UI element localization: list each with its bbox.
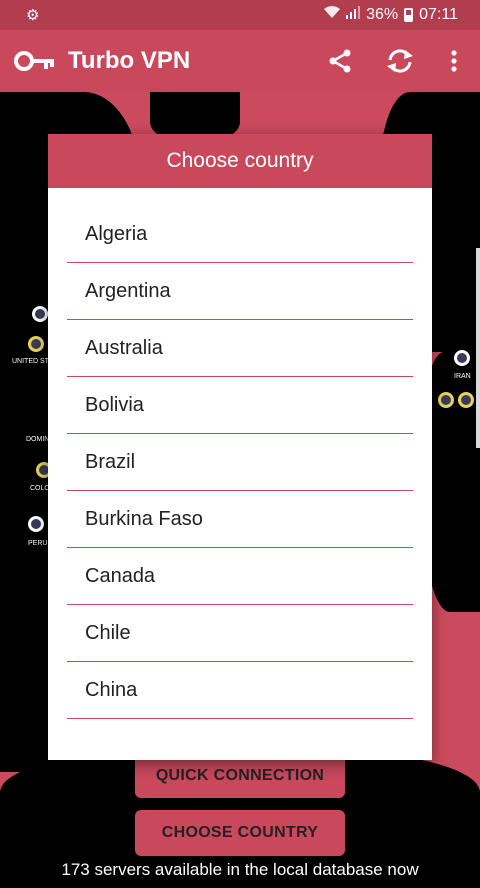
wifi-icon	[324, 6, 341, 24]
choose-country-dialog: Choose country Algeria Argentina Austral…	[48, 134, 432, 760]
app-title: Turbo VPN	[68, 47, 191, 74]
battery-percent: 36%	[366, 6, 399, 23]
dialog-title: Choose country	[48, 134, 432, 188]
server-pin[interactable]	[438, 392, 454, 408]
server-pin[interactable]	[28, 516, 44, 532]
share-icon[interactable]	[324, 45, 356, 77]
map-label: COLO	[30, 485, 50, 492]
country-item-algeria[interactable]: Algeria	[67, 206, 413, 263]
map-label: PERU	[28, 540, 48, 547]
country-item-burkina-faso[interactable]: Burkina Faso	[67, 491, 413, 548]
server-pin[interactable]	[458, 392, 474, 408]
map-label: DOMIN	[26, 436, 50, 443]
country-item-chile[interactable]: Chile	[67, 605, 413, 662]
status-bar: ⚙ 36% 07:11	[0, 0, 480, 30]
clock: 07:11	[419, 6, 458, 23]
key-icon	[14, 49, 56, 73]
app-bar: Turbo VPN	[0, 30, 480, 92]
battery-icon	[404, 8, 414, 22]
server-pin[interactable]	[32, 306, 48, 322]
choose-country-button[interactable]: CHOOSE COUNTRY	[135, 810, 345, 856]
country-item-china[interactable]: China	[67, 662, 413, 719]
more-options-icon[interactable]	[438, 45, 470, 77]
server-pin[interactable]	[454, 350, 470, 366]
country-item-argentina[interactable]: Argentina	[67, 263, 413, 320]
country-list: Algeria Argentina Australia Bolivia Braz…	[67, 206, 413, 719]
map-label: IRAN	[454, 373, 471, 380]
scroll-handle[interactable]	[476, 248, 480, 448]
map-label: UNITED STA	[12, 358, 54, 365]
country-item-australia[interactable]: Australia	[67, 320, 413, 377]
country-item-brazil[interactable]: Brazil	[67, 434, 413, 491]
quick-connection-button[interactable]: QUICK CONNECTION	[135, 754, 345, 798]
server-count-text: 173 servers available in the local datab…	[61, 860, 419, 879]
status-indicators: 36% 07:11	[324, 6, 458, 24]
signal-icon	[346, 6, 361, 24]
server-pin[interactable]	[28, 336, 44, 352]
refresh-icon[interactable]	[384, 45, 416, 77]
country-item-canada[interactable]: Canada	[67, 548, 413, 605]
notification-icon: ⚙	[26, 7, 40, 24]
country-item-bolivia[interactable]: Bolivia	[67, 377, 413, 434]
